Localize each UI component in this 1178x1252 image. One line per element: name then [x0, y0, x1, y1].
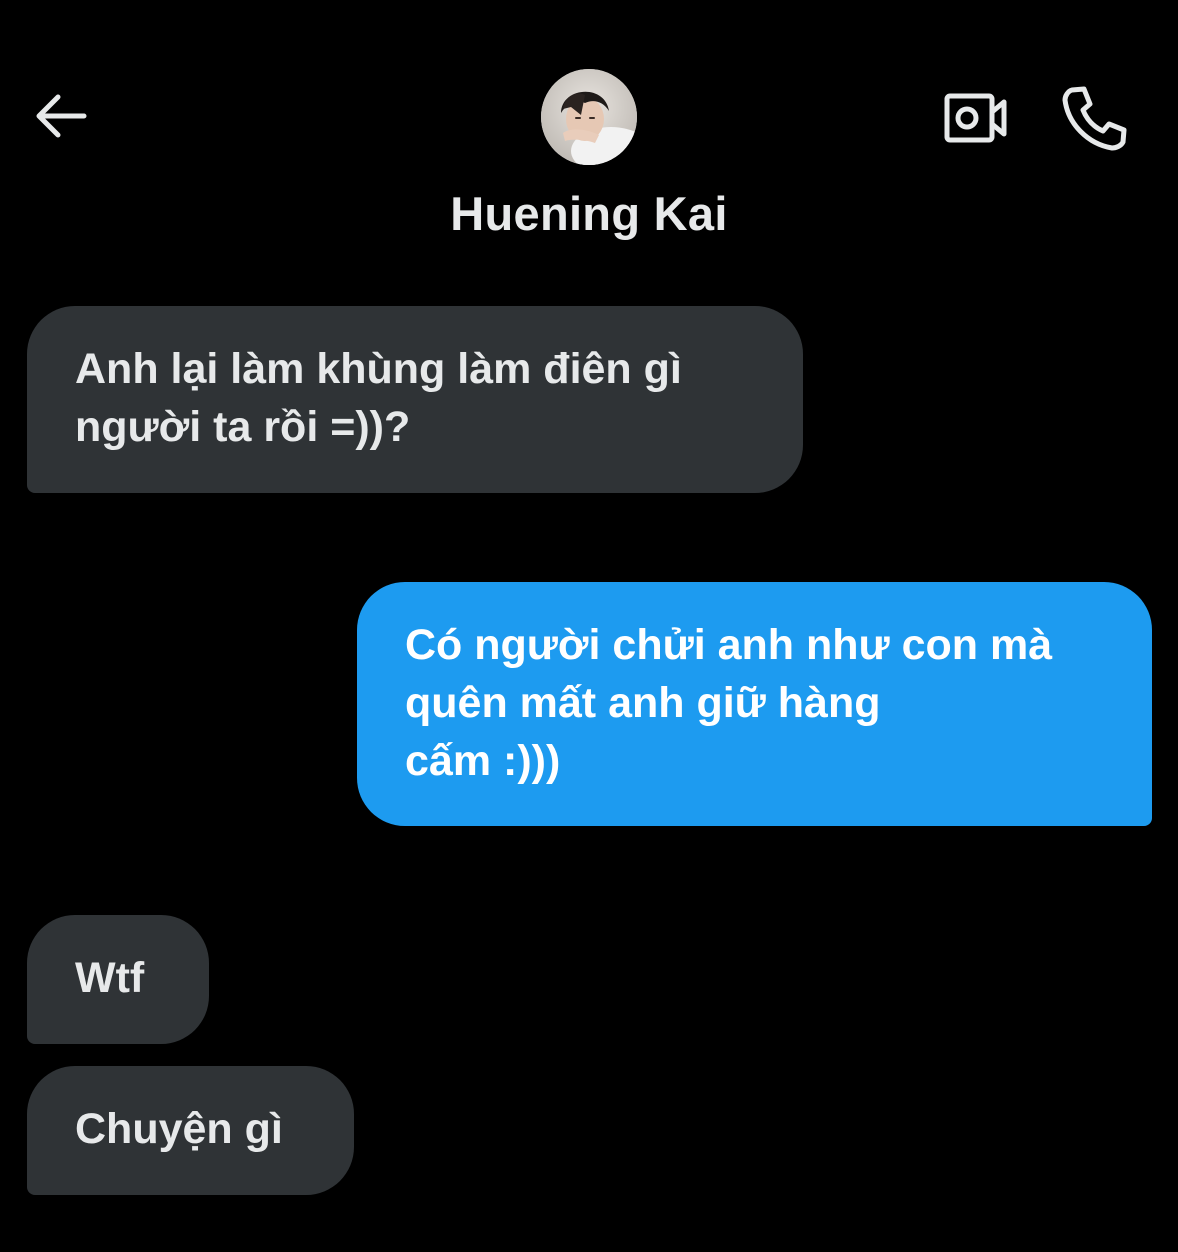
message-text: Wtf: [75, 954, 145, 1002]
message-bubble-incoming[interactable]: Wtf: [27, 915, 209, 1044]
voice-call-button[interactable]: [1058, 82, 1130, 154]
message-text: Chuyện gì: [75, 1105, 283, 1153]
avatar[interactable]: [541, 69, 637, 165]
message-bubble-incoming[interactable]: Anh lại làm khùng làm điên gì người ta r…: [27, 306, 803, 493]
contact-name[interactable]: Huening Kai: [0, 186, 1178, 241]
back-button[interactable]: [30, 86, 94, 146]
message-text: quên mất anh giữ hàng: [405, 679, 881, 727]
message-bubble-incoming[interactable]: Chuyện gì: [27, 1066, 354, 1195]
video-call-button[interactable]: [940, 88, 1012, 148]
video-camera-icon: [944, 93, 1007, 143]
message-text: Có người chửi anh như con mà: [405, 621, 1053, 669]
message-text: Anh lại làm khùng làm điên gì: [75, 345, 682, 393]
arrow-left-icon: [36, 94, 87, 138]
message-text: cấm :))): [405, 737, 561, 785]
profile-photo: [541, 69, 637, 165]
message-bubble-outgoing[interactable]: Có người chửi anh như con mà quên mất an…: [357, 582, 1152, 826]
message-text: người ta rồi =))?: [75, 403, 411, 451]
phone-icon: [1062, 86, 1127, 151]
